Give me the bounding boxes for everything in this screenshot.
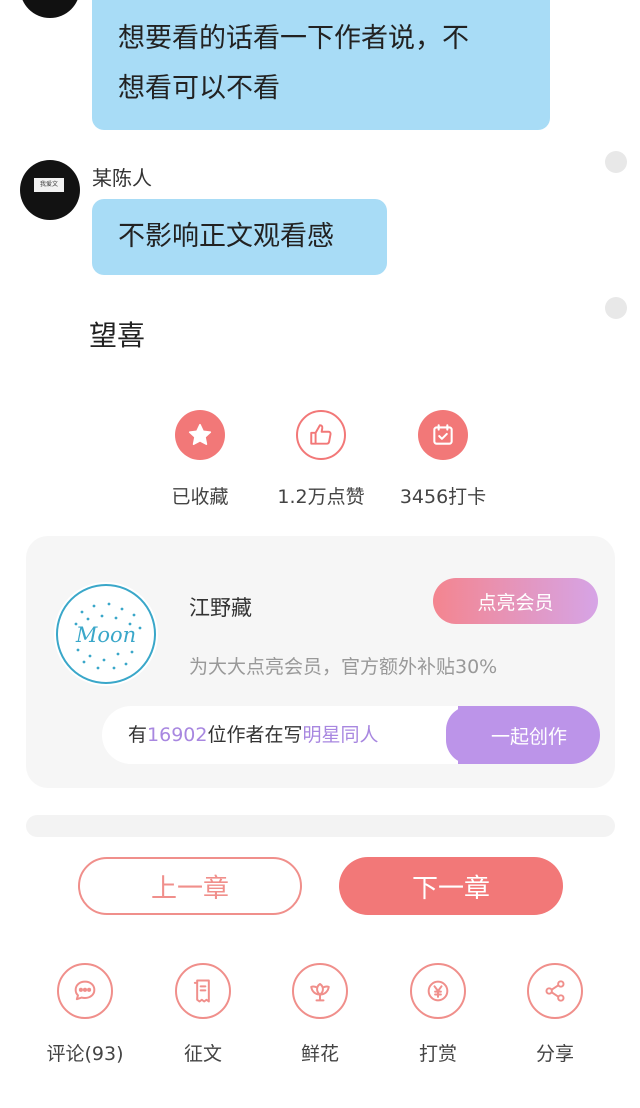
prev-chapter-button[interactable]: 上一章 bbox=[78, 857, 302, 915]
calendar-check-icon bbox=[418, 410, 468, 460]
write-together-button[interactable]: 一起创作 bbox=[446, 706, 600, 764]
favorite-stat[interactable]: 已收藏 bbox=[135, 410, 265, 509]
author-card: Moon 江野藏 点亮会员 为大大点亮会员，官方额外补贴30% 有16902位作… bbox=[26, 536, 615, 788]
share-icon bbox=[527, 963, 583, 1019]
avatar[interactable]: 我爱文 bbox=[20, 160, 80, 220]
writer-bar: 有16902位作者在写明星同人 一起创作 bbox=[102, 706, 600, 764]
comment-author: 某陈人 bbox=[92, 166, 152, 190]
share-button[interactable]: 分享 bbox=[500, 963, 610, 1066]
chapter-text: 望喜 bbox=[89, 319, 146, 352]
avatar[interactable] bbox=[20, 0, 80, 18]
logo-text: Moon bbox=[75, 623, 136, 647]
author-avatar[interactable]: Moon bbox=[54, 582, 158, 686]
chat-bubble: 不影响正文观看感 bbox=[92, 199, 387, 275]
writers-prefix: 有 bbox=[128, 724, 148, 746]
action-label: 鲜花 bbox=[300, 1043, 339, 1065]
chat-bubble: 想要看的话看一下作者说，不 想看可以不看 bbox=[92, 0, 550, 130]
stat-label: 3456打卡 bbox=[399, 486, 487, 508]
thumbs-up-icon bbox=[296, 410, 346, 460]
stat-label: 1.2万点赞 bbox=[277, 486, 365, 508]
member-button[interactable]: 点亮会员 bbox=[433, 578, 598, 624]
essay-icon bbox=[175, 963, 231, 1019]
author-name[interactable]: 江野藏 bbox=[189, 592, 252, 622]
chat-bubble-line: 想看可以不看 bbox=[118, 73, 280, 104]
flower-icon bbox=[292, 963, 348, 1019]
writers-text: 有16902位作者在写明星同人 bbox=[128, 706, 379, 764]
indicator-dot bbox=[605, 151, 627, 173]
like-stat[interactable]: 1.2万点赞 bbox=[256, 410, 386, 509]
chat-bubble-line: 想要看的话看一下作者说，不 bbox=[118, 23, 469, 54]
comment-icon bbox=[57, 963, 113, 1019]
write-together-label: 一起创作 bbox=[490, 725, 567, 748]
yen-icon bbox=[410, 963, 466, 1019]
flower-button[interactable]: 鲜花 bbox=[265, 963, 375, 1066]
subsidy-text: 为大大点亮会员，官方额外补贴30% bbox=[189, 656, 498, 678]
next-chapter-button[interactable]: 下一章 bbox=[339, 857, 563, 915]
avatar-sign: 我爱文 bbox=[34, 178, 64, 192]
comment-button[interactable]: 评论(93) bbox=[30, 963, 140, 1066]
action-label: 分享 bbox=[535, 1043, 574, 1065]
tip-button[interactable]: 打赏 bbox=[383, 963, 493, 1066]
writers-count: 16902 bbox=[147, 724, 208, 746]
writers-middle: 位作者在写 bbox=[207, 724, 303, 746]
star-icon bbox=[175, 410, 225, 460]
action-label: 征文 bbox=[183, 1043, 222, 1065]
writers-topic[interactable]: 明星同人 bbox=[302, 724, 378, 746]
action-label: 评论(93) bbox=[46, 1043, 124, 1065]
indicator-dot bbox=[605, 297, 627, 319]
divider bbox=[26, 815, 615, 837]
checkin-stat[interactable]: 3456打卡 bbox=[378, 410, 508, 509]
essay-button[interactable]: 征文 bbox=[148, 963, 258, 1066]
action-label: 打赏 bbox=[418, 1043, 457, 1065]
stat-label: 已收藏 bbox=[171, 486, 229, 508]
